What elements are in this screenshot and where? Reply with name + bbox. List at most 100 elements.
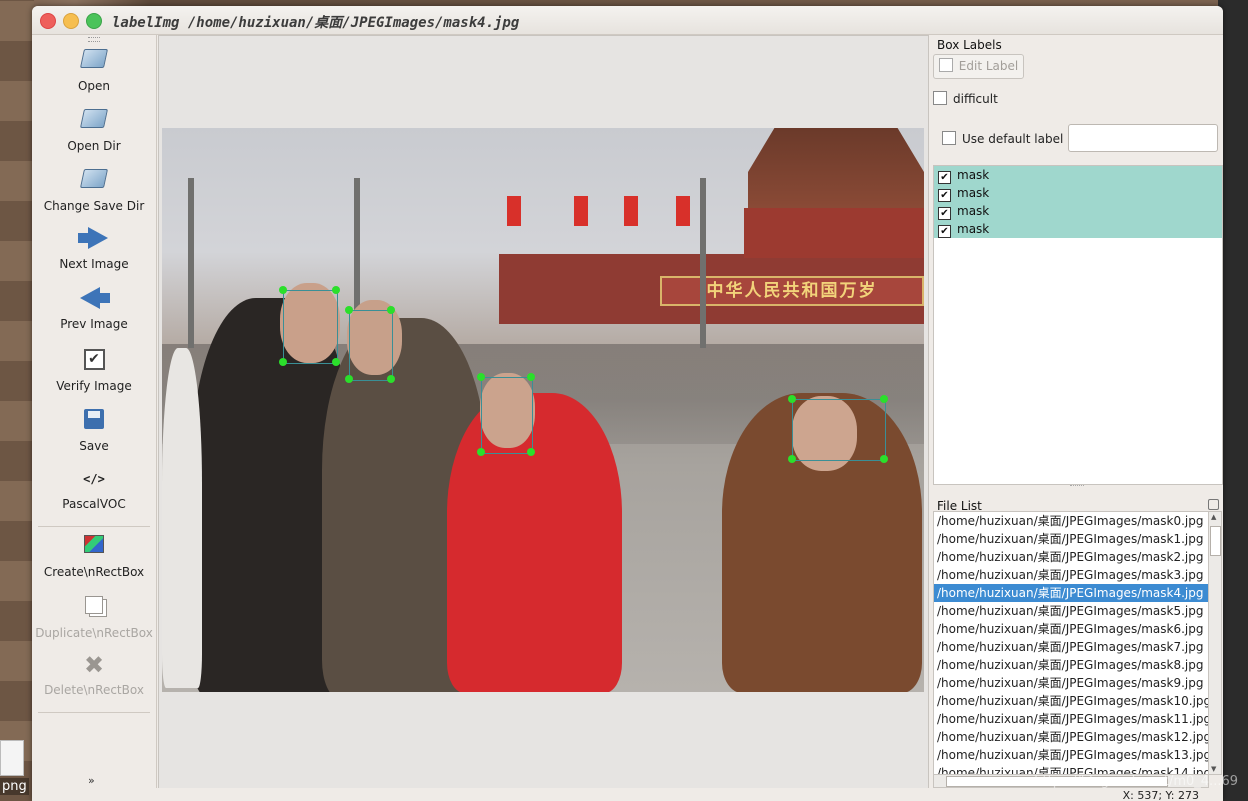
create-rectbox-button[interactable]: Create\nRectBox [32,532,156,579]
rectbox-icon [81,535,107,559]
box-corner-handle[interactable] [332,358,340,366]
file-item[interactable]: /home/huzixuan/桌面/JPEGImages/mask5.jpg [934,602,1208,620]
checkbox-box[interactable] [933,91,947,105]
prev-image-button[interactable]: Prev Image [32,286,156,331]
scroll-down-icon[interactable]: ▼ [1211,765,1216,773]
delete-icon: ✖ [83,651,105,679]
file-item[interactable]: /home/huzixuan/桌面/JPEGImages/mask10.jpg [934,692,1208,710]
box-corner-handle[interactable] [332,286,340,294]
gate-tower [744,208,924,258]
box-corner-handle[interactable] [387,375,395,383]
box-corner-handle[interactable] [477,373,485,381]
file-item-selected[interactable]: /home/huzixuan/桌面/JPEGImages/mask4.jpg [934,584,1208,602]
label-item[interactable]: ✔ mask [934,166,1222,184]
file-item[interactable]: /home/huzixuan/桌面/JPEGImages/mask3.jpg [934,566,1208,584]
next-image-button[interactable]: Next Image [32,226,156,271]
open-dir-label: Open Dir [67,139,121,153]
floppy-icon [81,409,107,433]
open-button[interactable]: Open [32,46,156,93]
labelimg-window: labelImg /home/huzixuan/桌面/JPEGImages/ma… [32,6,1223,801]
box-corner-handle[interactable] [788,395,796,403]
bounding-box[interactable] [792,399,886,461]
bounding-box[interactable] [283,290,338,364]
box-corner-handle[interactable] [527,448,535,456]
checkbox-box[interactable] [942,131,956,145]
minimize-window-button[interactable] [63,13,79,29]
file-list-vertical-scrollbar[interactable]: ▲ ▼ [1208,511,1222,775]
edit-icon [938,58,953,72]
file-item[interactable]: /home/huzixuan/桌面/JPEGImages/mask11.jpg [934,710,1208,728]
label-checkbox[interactable]: ✔ [938,207,951,220]
use-default-label-checkbox[interactable]: Use default label [942,131,1063,146]
format-label: PascalVOC [62,497,126,511]
prev-image-label: Prev Image [60,317,128,331]
status-bar: X: 537; Y: 273 [32,788,1223,801]
label-item[interactable]: ✔ mask [934,184,1222,202]
title-bar[interactable]: labelImg /home/huzixuan/桌面/JPEGImages/ma… [32,6,1223,35]
verify-image-button[interactable]: ✔ Verify Image [32,347,156,393]
box-corner-handle[interactable] [345,375,353,383]
box-corner-handle[interactable] [788,455,796,463]
desktop-file-icon[interactable] [0,740,24,776]
bounding-box[interactable] [481,377,533,454]
box-corner-handle[interactable] [345,306,353,314]
change-save-dir-button[interactable]: Change Save Dir [32,166,156,213]
desktop-file-label[interactable]: png [0,778,29,795]
toolbar-more-icon[interactable]: » [88,774,95,787]
box-corner-handle[interactable] [527,373,535,381]
open-dir-button[interactable]: Open Dir [32,106,156,153]
flag [624,196,638,226]
label-checkbox[interactable]: ✔ [938,225,951,238]
float-dock-icon[interactable] [1208,499,1219,510]
bounding-box[interactable] [349,310,393,381]
save-button[interactable]: Save [32,407,156,453]
label-item[interactable]: ✔ mask [934,220,1222,238]
file-item[interactable]: /home/huzixuan/桌面/JPEGImages/mask12.jpg [934,728,1208,746]
left-toolbar: Open Open Dir Change Save Dir Next Image… [32,35,157,801]
maximize-window-button[interactable] [86,13,102,29]
label-item[interactable]: ✔ mask [934,202,1222,220]
label-list[interactable]: ✔ mask ✔ mask ✔ mask ✔ mask [933,165,1223,485]
toolbar-grip[interactable] [88,37,100,42]
file-item[interactable]: /home/huzixuan/桌面/JPEGImages/mask13.jpg [934,746,1208,764]
file-item[interactable]: /home/huzixuan/桌面/JPEGImages/mask9.jpg [934,674,1208,692]
window-title: labelImg /home/huzixuan/桌面/JPEGImages/ma… [112,15,520,31]
close-window-button[interactable] [40,13,56,29]
file-item[interactable]: /home/huzixuan/桌面/JPEGImages/mask7.jpg [934,638,1208,656]
file-list[interactable]: /home/huzixuan/桌面/JPEGImages/mask0.jpg /… [933,511,1209,775]
scroll-up-icon[interactable]: ▲ [1211,513,1216,521]
scrollbar-thumb[interactable] [1210,526,1221,556]
open-label: Open [77,79,111,93]
label-checkbox[interactable]: ✔ [938,189,951,202]
box-corner-handle[interactable] [387,306,395,314]
label-name: mask [957,204,990,218]
image-canvas[interactable]: 中华人民共和国万岁 [158,35,929,790]
difficult-checkbox[interactable]: difficult [933,91,998,106]
panel-splitter[interactable] [1070,485,1084,488]
gate-roof [748,128,924,208]
duplicate-icon [81,596,107,620]
box-corner-handle[interactable] [279,286,287,294]
format-toggle-button[interactable]: </> PascalVOC [32,467,156,511]
delete-rectbox-button[interactable]: ✖ Delete\nRectBox [32,653,156,697]
default-label-input[interactable] [1068,124,1218,152]
duplicate-rectbox-label: Duplicate\nRectBox [35,626,153,640]
box-corner-handle[interactable] [279,358,287,366]
annotated-photo[interactable]: 中华人民共和国万岁 [162,128,924,692]
file-item[interactable]: /home/huzixuan/桌面/JPEGImages/mask6.jpg [934,620,1208,638]
right-panel: Box Labels Edit Label difficult Use defa… [930,35,1223,801]
box-corner-handle[interactable] [880,455,888,463]
box-corner-handle[interactable] [477,448,485,456]
file-item[interactable]: /home/huzixuan/桌面/JPEGImages/mask0.jpg [934,512,1208,530]
edit-label-text: Edit Label [958,59,1019,73]
file-item[interactable]: /home/huzixuan/桌面/JPEGImages/mask1.jpg [934,530,1208,548]
label-checkbox[interactable]: ✔ [938,171,951,184]
edit-label-button[interactable]: Edit Label [933,54,1024,79]
box-corner-handle[interactable] [880,395,888,403]
duplicate-rectbox-button[interactable]: Duplicate\nRectBox [32,593,156,640]
file-item[interactable]: /home/huzixuan/桌面/JPEGImages/mask8.jpg [934,656,1208,674]
file-item[interactable]: /home/huzixuan/桌面/JPEGImages/mask2.jpg [934,548,1208,566]
lamp-post [700,178,706,348]
difficult-label: difficult [953,92,998,106]
folder-open-icon [79,49,109,73]
